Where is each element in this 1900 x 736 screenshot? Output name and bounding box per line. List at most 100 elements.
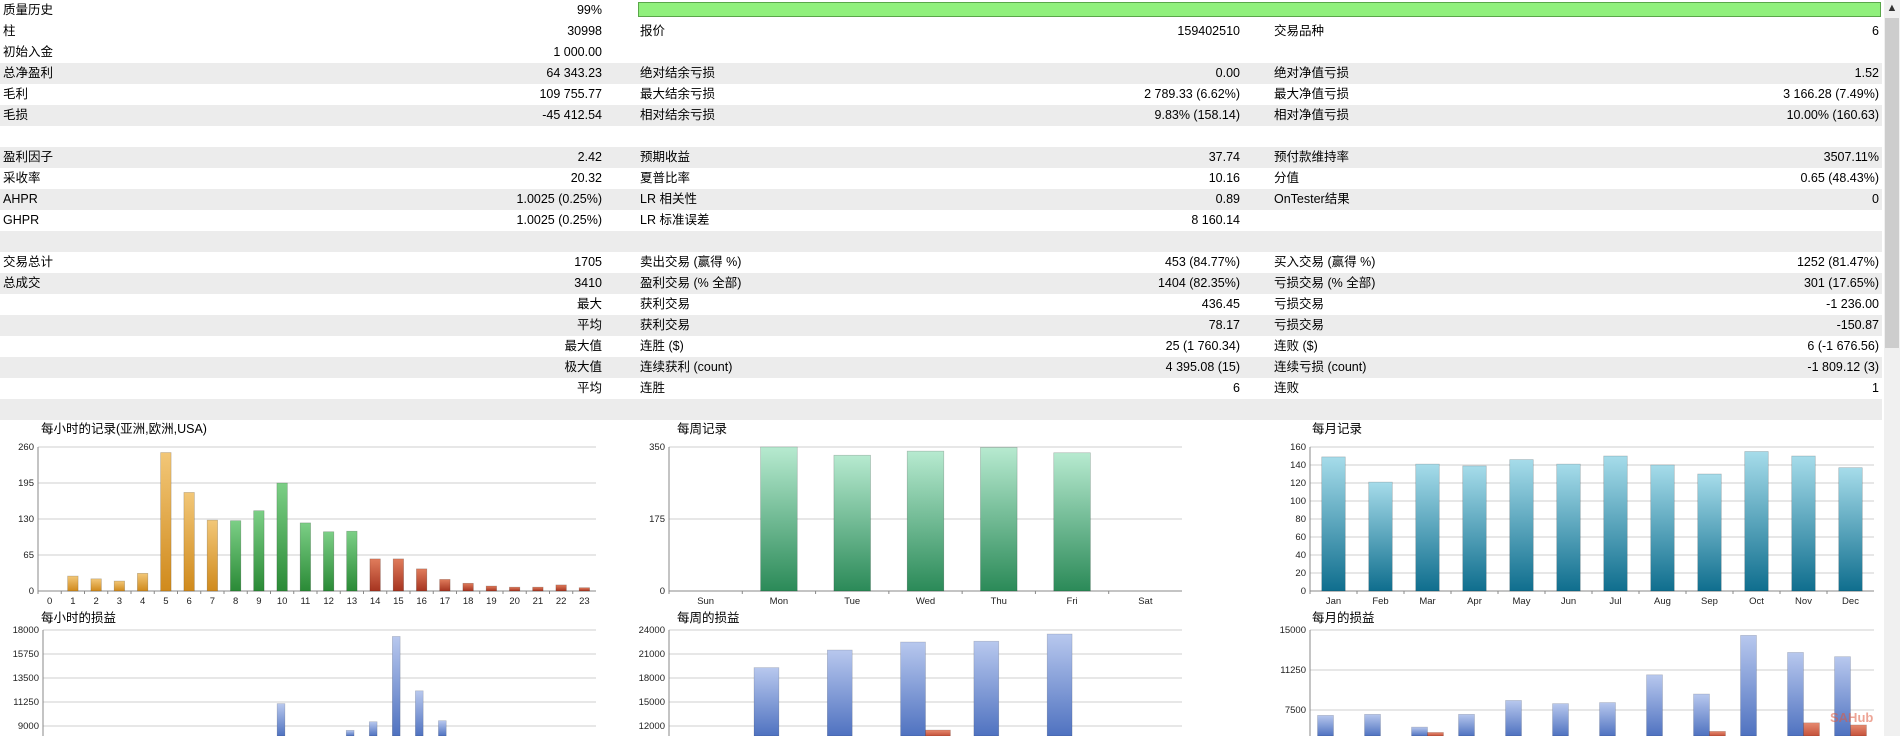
bar (578, 587, 590, 592)
metric-value: 99% (576, 3, 602, 17)
profit-bar (1552, 703, 1569, 736)
report-row: 毛损 -45 412.54 相对结余亏损 9.83% (158.14) 相对净值亏损 10… (0, 105, 1882, 126)
metric-label: 盈利因子 (3, 150, 54, 164)
x-tick-label: 16 (416, 596, 427, 607)
y-tick-label: 175 (649, 514, 665, 525)
loss-bar (1709, 731, 1726, 736)
x-tick-label: Feb (1372, 596, 1388, 607)
scrollbar-thumb[interactable] (1885, 18, 1899, 348)
x-tick-label: Sat (1138, 596, 1153, 607)
bar (555, 584, 567, 592)
x-tick-label: 9 (256, 596, 261, 607)
chart-title: 每小时的记录(亚洲,欧洲,USA) (41, 421, 207, 436)
profit-bar (900, 641, 926, 736)
metric-value: 0.65 (48.43%) (1800, 171, 1879, 185)
x-tick-label: 22 (556, 596, 567, 607)
bar (1556, 463, 1581, 592)
metric-value: 0 (1872, 192, 1879, 206)
metric-label: AHPR (3, 192, 38, 206)
chart-5: 每月的损益 7500 11250 15000 (1280, 610, 1874, 736)
x-tick-label: Sep (1701, 596, 1718, 607)
bar (906, 450, 945, 592)
y-tick-label: 120 (1290, 478, 1306, 489)
metric-label: 质量历史 (3, 3, 54, 17)
bar (485, 585, 497, 592)
metric-value: -1 236.00 (1826, 297, 1879, 311)
profit-bar (415, 690, 424, 736)
metric-value: 78.17 (1208, 318, 1240, 332)
report-row: 最大 获利交易 436.45 亏损交易 -1 236.00 (0, 294, 1882, 315)
x-tick-label: 21 (533, 596, 544, 607)
bar (160, 452, 172, 592)
metric-label: 交易品种 (1274, 24, 1325, 38)
x-tick-label: 19 (486, 596, 497, 607)
metric-value: -1 809.12 (3) (1807, 360, 1879, 374)
y-tick-label: 9000 (18, 721, 39, 732)
profit-bar (1458, 713, 1475, 736)
x-tick-label: Mar (1419, 596, 1435, 607)
bar (532, 586, 544, 592)
metric-label: 柱 (3, 24, 16, 38)
metric-label: 绝对结余亏损 (640, 66, 716, 80)
y-tick-label: 100 (1290, 496, 1306, 507)
x-tick-label: Apr (1467, 596, 1482, 607)
metric-value: 1.0025 (0.25%) (516, 192, 602, 206)
bar (1415, 463, 1440, 592)
report-row (0, 126, 1882, 147)
chart-0: 每小时的记录(亚洲,欧洲,USA)0651301952600 1 2 3 4 5 6 7 8 9 1… (18, 421, 596, 607)
vertical-scrollbar[interactable]: ▲ (1884, 0, 1900, 736)
metric-label: 总成交 (3, 276, 41, 290)
y-tick-label: 195 (18, 478, 34, 489)
report-row: 平均 连胜 6 连败 1 (0, 378, 1882, 399)
metric-label: 买入交易 (赢得 %) (1274, 255, 1376, 269)
profit-bar (753, 667, 780, 736)
loss-bar (925, 729, 951, 736)
metric-label: 报价 (640, 24, 666, 38)
metric-value: 1705 (574, 255, 602, 269)
scroll-up-arrow-icon[interactable]: ▲ (1884, 0, 1900, 17)
metric-label: 亏损交易 (1274, 318, 1325, 332)
metric-value: 最大值 (564, 339, 602, 353)
y-tick-label: 0 (29, 586, 34, 597)
metric-label: GHPR (3, 213, 40, 227)
metric-value: 2 789.33 (6.62%) (1144, 87, 1240, 101)
x-tick-label: 2 (93, 596, 98, 607)
bar (299, 522, 311, 592)
x-tick-label: Tue (844, 596, 860, 607)
x-tick-label: 17 (440, 596, 451, 607)
y-tick-label: 7500 (1285, 705, 1306, 716)
metric-value: 0.89 (1215, 192, 1240, 206)
metric-label: LR 相关性 (640, 192, 697, 206)
metric-label: 连胜 (640, 381, 666, 395)
charts-area: 每小时的记录(亚洲,欧洲,USA)0651301952600 1 2 3 4 5 6 7 8 9 1… (13, 421, 1874, 736)
metric-value: 436.45 (1201, 297, 1240, 311)
y-tick-label: 21000 (639, 649, 665, 660)
metric-label: 毛利 (3, 87, 29, 101)
metric-value: 3410 (574, 276, 602, 290)
bar (323, 531, 335, 592)
y-tick-label: 13500 (13, 673, 39, 684)
bar (1603, 455, 1628, 592)
y-tick-label: 11250 (1280, 665, 1306, 676)
metric-label: 交易总计 (3, 255, 54, 269)
x-tick-label: 12 (323, 596, 334, 607)
x-tick-label: 23 (579, 596, 590, 607)
bar (90, 578, 102, 592)
report-row: 毛利 109 755.77 最大结余亏损 2 789.33 (6.62%) 最大净值亏损… (0, 84, 1882, 105)
chart-4: 每周的损益90001200015000180002100024000 (639, 610, 1182, 736)
profit-bar (826, 649, 853, 736)
metric-value: 0.00 (1215, 66, 1240, 80)
profit-bar (1646, 674, 1663, 736)
profit-bar (276, 703, 286, 736)
y-tick-label: 15000 (639, 697, 665, 708)
bar (1462, 465, 1487, 592)
bar (113, 580, 125, 592)
report-row: 最大值 连胜 ($) 25 (1 760.34) 连败 ($) 6 (-1 676.56… (0, 336, 1882, 357)
metric-value: 9.83% (158.14) (1154, 108, 1240, 122)
x-tick-label: Nov (1795, 596, 1812, 607)
bar (1053, 452, 1091, 592)
x-tick-label: Thu (991, 596, 1007, 607)
metric-value: 10.16 (1208, 171, 1240, 185)
bar (369, 558, 381, 592)
metric-label: 连续亏损 (count) (1274, 360, 1367, 374)
